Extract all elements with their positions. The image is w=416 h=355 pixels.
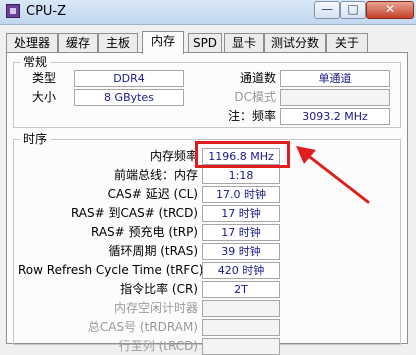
- timing-label-tras: 循环周期 (tRAS): [108, 244, 198, 258]
- channels-label: 通道数: [239, 71, 276, 85]
- window-title: CPU-Z: [26, 4, 67, 19]
- timing-label-row-to-column: 行至列 (tRCD): [118, 339, 198, 353]
- timing-label-trp: RAS# 预充电 (tRP): [90, 225, 198, 239]
- tab-caches[interactable]: 缓存: [58, 33, 98, 53]
- timing-value-total-cas-trdram: [202, 319, 280, 336]
- timing-value-fsb-dram: 1:18: [202, 167, 280, 184]
- title-bar: CPU-Z — □ ✕: [0, 0, 416, 25]
- annotation-arrow-icon: [296, 146, 370, 204]
- note-freq-label: 注：频率: [227, 109, 276, 123]
- timing-label-cas-latency: CAS# 延迟 (CL): [107, 187, 198, 201]
- size-label: 大小: [32, 90, 57, 104]
- note-freq-value: 3093.2 MHz: [280, 108, 390, 125]
- tab-graphics[interactable]: 显卡: [224, 33, 264, 53]
- timings-group-title: 时序: [20, 132, 51, 146]
- type-value: DDR4: [74, 70, 184, 87]
- timing-value-cas-latency: 17.0 时钟: [202, 186, 280, 203]
- timing-label-command-rate: 指令比率 (CR): [120, 282, 198, 296]
- tab-mainboard[interactable]: 主板: [98, 33, 138, 53]
- annotation-highlight-box: [195, 141, 290, 168]
- timing-value-trcd: 17 时钟: [202, 205, 280, 222]
- tab-spd[interactable]: SPD: [188, 33, 222, 53]
- dc-mode-value: [280, 89, 390, 106]
- timing-label-fsb-dram: 前端总线：内存: [113, 168, 198, 182]
- tab-bench[interactable]: 测试分数: [264, 33, 326, 53]
- dc-mode-label: DC模式: [234, 90, 276, 104]
- tab-about[interactable]: 关于: [326, 33, 368, 53]
- timing-value-trp: 17 时钟: [202, 224, 280, 241]
- maximize-button[interactable]: □: [340, 1, 366, 19]
- minimize-button[interactable]: —: [314, 1, 340, 19]
- tab-memory[interactable]: 内存: [142, 31, 184, 54]
- timing-value-dram-idle-timer: [202, 300, 280, 317]
- timing-value-command-rate: 2T: [202, 281, 280, 298]
- timing-label-trfc: Row Refresh Cycle Time (tRFC): [18, 263, 204, 277]
- type-label: 类型: [32, 71, 57, 85]
- size-value: 8 GBytes: [74, 89, 184, 106]
- timing-value-tras: 39 时钟: [202, 243, 280, 260]
- tab-cpu[interactable]: 处理器: [6, 33, 58, 53]
- general-group: 常规 类型 DDR4 大小 8 GBytes 通道数 单通道 DC模式 注：频率…: [13, 55, 401, 128]
- cpu-z-app-icon: [6, 4, 20, 18]
- general-group-title: 常规: [20, 55, 51, 69]
- timing-value-row-to-column: [202, 338, 280, 355]
- close-button[interactable]: ✕: [366, 1, 414, 19]
- timing-label-dram-idle-timer: 内存空闲计时器: [113, 301, 198, 315]
- timing-label-dram-frequency: 内存频率: [149, 149, 198, 163]
- timing-value-trfc: 420 时钟: [202, 262, 280, 279]
- timing-label-total-cas-trdram: 总CAS号 (tRDRAM): [87, 320, 198, 334]
- channels-value: 单通道: [280, 70, 390, 87]
- timing-label-trcd: RAS# 到CAS# (tRCD): [70, 206, 198, 220]
